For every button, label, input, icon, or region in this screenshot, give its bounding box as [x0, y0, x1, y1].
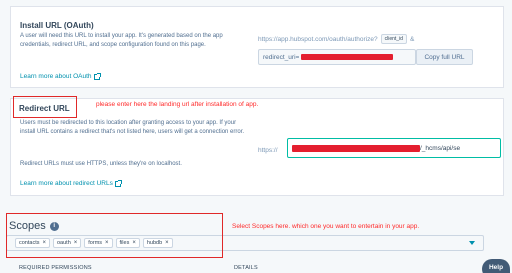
column-header-details: DETAILS [234, 265, 258, 271]
install-url-title: Install URL (OAuth) [20, 21, 94, 30]
chevron-down-icon[interactable] [469, 241, 475, 245]
redirect-url-note: Redirect URLs must use HTTPS, unless the… [20, 161, 182, 167]
learn-more-oauth-label: Learn more about OAuth [20, 73, 92, 80]
client-id-token: client_id [380, 34, 407, 44]
redirect-url-panel: Users must be redirected to this locatio… [10, 98, 504, 196]
install-url-suffix: & [409, 35, 415, 43]
learn-more-redirect-link[interactable]: Learn more about redirect URLs [20, 179, 122, 187]
redacted-redirect-value [301, 54, 394, 60]
external-link-icon [114, 179, 122, 187]
column-header-required-permissions: REQUIRED PERMISSIONS [19, 265, 92, 271]
help-button[interactable]: Help [482, 259, 510, 273]
copy-full-url-button[interactable]: Copy full URL [416, 49, 473, 65]
install-url-field-value: redirect_uri= [263, 53, 300, 61]
redirect-url-path: /_hcms/api/se [420, 144, 461, 152]
install-url-prefix: https://app.hubspot.com/oauth/authorize?… [258, 34, 414, 44]
install-url-field[interactable]: redirect_uri= [258, 49, 416, 65]
external-link-icon [93, 72, 101, 80]
scopes-annotation: Select Scopes here. which one you want t… [232, 223, 420, 230]
learn-more-oauth-link[interactable]: Learn more about OAuth [20, 72, 101, 80]
redirect-annotation: please enter here the landing url after … [96, 101, 259, 108]
install-url-description: A user will need this URL to install you… [20, 33, 223, 49]
redirect-url-input[interactable]: /_hcms/api/se [287, 138, 501, 158]
install-url-prefix-text: https://app.hubspot.com/oauth/authorize? [258, 35, 378, 43]
redirect-scheme: https:// [258, 147, 278, 154]
redacted-redirect-domain [292, 144, 420, 152]
learn-more-redirect-label: Learn more about redirect URLs [20, 180, 113, 187]
install-url-panel: Install URL (OAuth) A user will need thi… [10, 6, 504, 88]
redirect-url-description: Users must be redirected to this locatio… [20, 120, 245, 136]
scopes-highlight [6, 213, 223, 258]
redirect-url-title: Redirect URL [19, 104, 70, 113]
